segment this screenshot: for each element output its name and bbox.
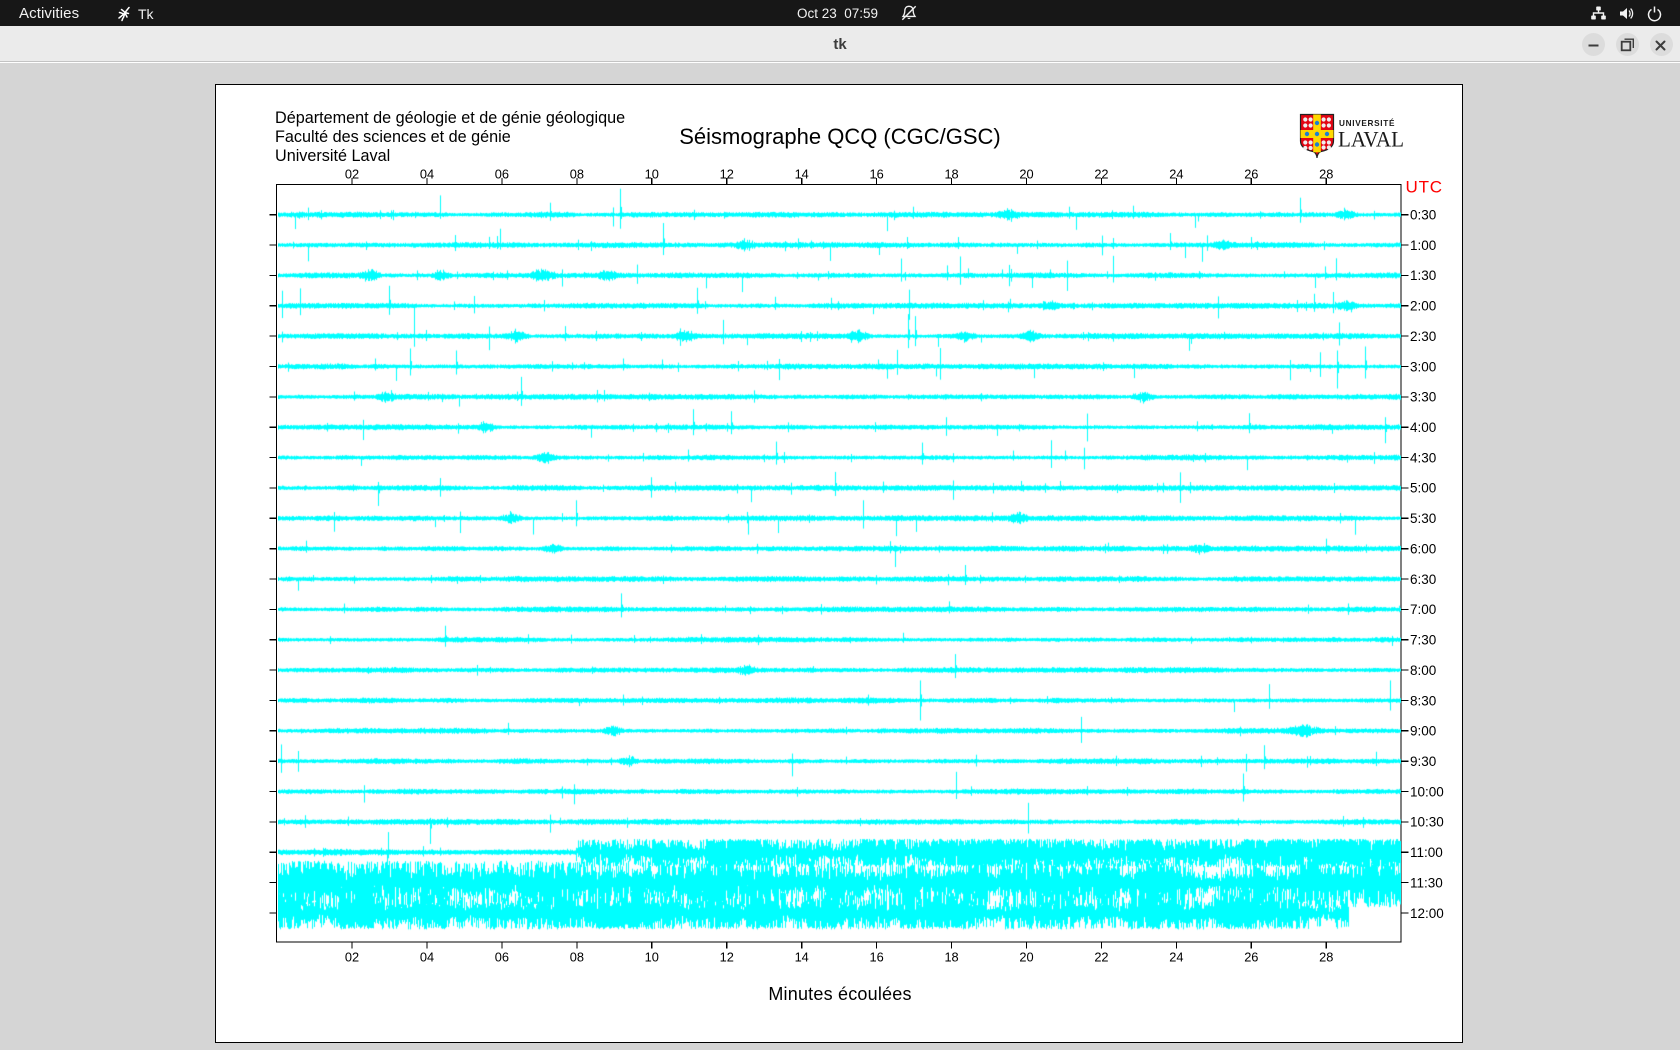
svg-text:3:00: 3:00 xyxy=(1410,359,1436,374)
svg-text:4:00: 4:00 xyxy=(1410,420,1436,435)
svg-text:16: 16 xyxy=(870,166,884,181)
svg-text:26: 26 xyxy=(1244,166,1258,181)
svg-text:5:00: 5:00 xyxy=(1410,481,1436,496)
svg-text:02: 02 xyxy=(345,166,359,181)
svg-text:8:30: 8:30 xyxy=(1410,693,1436,708)
svg-text:14: 14 xyxy=(795,166,809,181)
svg-text:28: 28 xyxy=(1319,166,1333,181)
svg-text:06: 06 xyxy=(495,166,509,181)
svg-text:11:00: 11:00 xyxy=(1410,845,1443,860)
svg-text:20: 20 xyxy=(1019,166,1033,181)
svg-text:2:00: 2:00 xyxy=(1410,299,1436,314)
svg-text:28: 28 xyxy=(1319,950,1333,965)
svg-text:18: 18 xyxy=(944,166,958,181)
svg-text:22: 22 xyxy=(1094,166,1108,181)
svg-text:UTC: UTC xyxy=(1406,178,1443,197)
svg-text:6:00: 6:00 xyxy=(1410,541,1436,556)
svg-text:7:30: 7:30 xyxy=(1410,633,1436,648)
svg-text:9:00: 9:00 xyxy=(1410,724,1436,739)
svg-text:1:30: 1:30 xyxy=(1410,268,1436,283)
svg-text:08: 08 xyxy=(570,950,584,965)
svg-text:8:00: 8:00 xyxy=(1410,663,1436,678)
svg-text:12: 12 xyxy=(720,166,734,181)
svg-text:LAVAL: LAVAL xyxy=(1338,127,1404,152)
svg-text:7:00: 7:00 xyxy=(1410,602,1436,617)
svg-text:2:30: 2:30 xyxy=(1410,329,1436,344)
svg-text:10:30: 10:30 xyxy=(1410,815,1444,830)
svg-text:10: 10 xyxy=(645,950,659,965)
svg-text:0:30: 0:30 xyxy=(1410,208,1436,223)
svg-text:24: 24 xyxy=(1169,166,1183,181)
svg-text:06: 06 xyxy=(495,950,509,965)
svg-text:18: 18 xyxy=(944,950,958,965)
svg-text:1:00: 1:00 xyxy=(1410,238,1436,253)
svg-text:12:00: 12:00 xyxy=(1410,906,1444,921)
svg-text:02: 02 xyxy=(345,950,359,965)
svg-text:26: 26 xyxy=(1244,950,1258,965)
svg-text:5:30: 5:30 xyxy=(1410,511,1436,526)
svg-text:9:30: 9:30 xyxy=(1410,754,1436,769)
svg-text:10:00: 10:00 xyxy=(1410,784,1444,799)
svg-text:16: 16 xyxy=(870,950,884,965)
svg-text:04: 04 xyxy=(420,950,434,965)
svg-text:14: 14 xyxy=(795,950,809,965)
svg-text:3:30: 3:30 xyxy=(1410,390,1436,405)
svg-text:12: 12 xyxy=(720,950,734,965)
svg-text:4:30: 4:30 xyxy=(1410,450,1436,465)
svg-text:04: 04 xyxy=(420,166,434,181)
svg-text:11:30: 11:30 xyxy=(1410,875,1443,890)
svg-text:22: 22 xyxy=(1094,950,1108,965)
svg-text:08: 08 xyxy=(570,166,584,181)
svg-text:24: 24 xyxy=(1169,950,1183,965)
svg-text:10: 10 xyxy=(645,166,659,181)
svg-text:20: 20 xyxy=(1019,950,1033,965)
svg-text:6:30: 6:30 xyxy=(1410,572,1436,587)
